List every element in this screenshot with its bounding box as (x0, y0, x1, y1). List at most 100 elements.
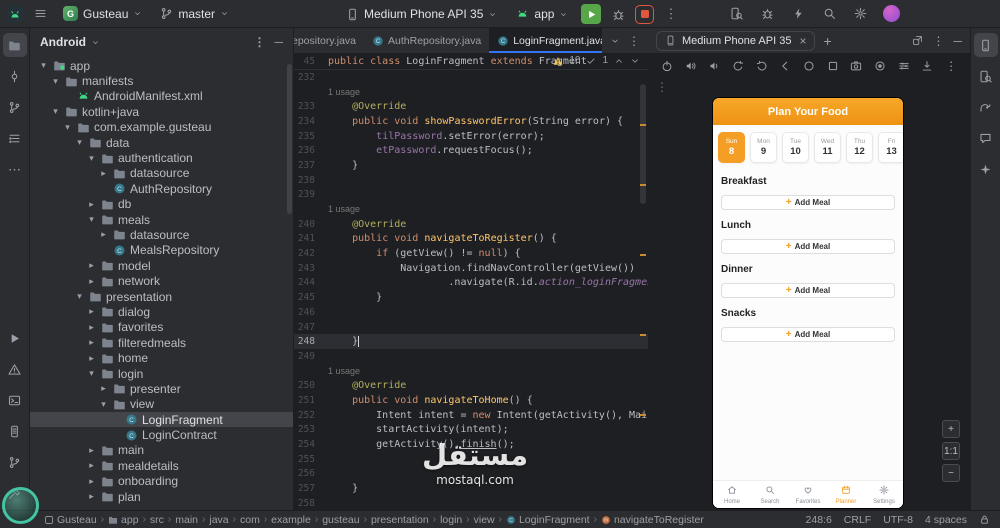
device-snapshot-button[interactable] (919, 57, 937, 75)
chevron-down-icon[interactable]: ▾ (86, 368, 97, 379)
usage-hint[interactable]: 1 usage (328, 204, 360, 214)
warning-stripe-mark[interactable] (640, 334, 646, 336)
emulator-screen[interactable]: Plan Your Food Sun 8 Mon 9 Tue 10 Wed 11 Thu 12 Fr… (713, 98, 903, 508)
add-meal-button[interactable]: + Add Meal (721, 327, 895, 342)
chevron-down-icon[interactable]: ▾ (74, 137, 85, 148)
run-button[interactable] (581, 4, 602, 24)
chevron-right-icon[interactable]: ▸ (98, 229, 109, 240)
tree-item[interactable]: ▸ network (30, 273, 293, 288)
tree-item[interactable]: ▸ filteredmeals (30, 335, 293, 350)
code-line[interactable]: 248 } (294, 334, 648, 350)
tool-running-devices-button[interactable] (973, 33, 998, 57)
add-meal-button[interactable]: + Add Meal (721, 283, 895, 298)
code-line[interactable]: 249 (294, 349, 648, 364)
chevron-right-icon[interactable]: ▸ (98, 383, 109, 394)
more-options-button[interactable]: ⋮ (253, 35, 265, 49)
add-meal-button[interactable]: + Add Meal (721, 195, 895, 210)
caret-position[interactable]: 248:6 (806, 514, 832, 526)
zoom-out-button[interactable]: − (942, 464, 960, 482)
breadcrumb-item[interactable]: Gusteau (44, 514, 97, 526)
tree-item[interactable]: ▸ mealdetails (30, 458, 293, 473)
code-line[interactable]: 234 public void showPasswordError(String… (294, 114, 648, 129)
code-line[interactable]: 239 (294, 188, 648, 203)
chevron-right-icon[interactable]: ▸ (86, 337, 97, 348)
day-card-wed[interactable]: Wed 11 (814, 132, 841, 163)
tree-item[interactable]: ▸ plan (30, 489, 293, 504)
tree-item[interactable]: ▸ datasource (30, 166, 293, 181)
device-volume-up-button[interactable] (682, 57, 700, 75)
device-screenshot-button[interactable] (848, 57, 866, 75)
tool-logcat-button[interactable] (3, 419, 27, 443)
more-actions-button[interactable]: ⋮ (661, 6, 680, 22)
zoom-reset-button[interactable]: 1:1 (942, 442, 960, 460)
editor-tab[interactable]: C AuthRepository.java (364, 28, 489, 53)
hide-panel-button[interactable]: ─ (953, 34, 962, 48)
chevron-down-icon[interactable]: ▾ (98, 399, 109, 410)
panel-options-button[interactable]: ⋮ (932, 34, 944, 48)
breadcrumb-item[interactable]: C LoginFragment (506, 514, 590, 526)
zoom-in-button[interactable]: + (942, 420, 960, 438)
nav-home[interactable]: Home (713, 481, 751, 508)
tree-item[interactable]: ▾ meals (30, 212, 293, 227)
code-line[interactable]: 258 (294, 496, 648, 510)
warning-stripe-mark[interactable] (640, 124, 646, 126)
device-rotate-left-button[interactable] (729, 57, 747, 75)
device-tab[interactable]: Medium Phone API 35 × (656, 30, 816, 51)
chevron-down-icon[interactable] (610, 36, 620, 46)
device-power-button[interactable] (658, 57, 676, 75)
nav-settings[interactable]: Settings (865, 481, 903, 508)
device-extended-controls-button[interactable] (895, 57, 913, 75)
code-line[interactable]: 232 (294, 70, 648, 85)
line-separator[interactable]: CRLF (844, 514, 871, 526)
nav-search[interactable]: Search (751, 481, 789, 508)
tree-item[interactable]: ▾ view (30, 397, 293, 412)
tree-item[interactable]: C MealsRepository (30, 243, 293, 258)
tree-item[interactable]: C LoginFragment (30, 411, 293, 428)
chevron-down-icon[interactable]: ▾ (74, 291, 85, 302)
usage-hint[interactable]: 1 usage (328, 366, 360, 376)
chevron-down-icon[interactable]: ▾ (50, 76, 61, 87)
project-view-mode[interactable]: Android (40, 35, 86, 49)
hamburger-menu-button[interactable] (29, 3, 51, 25)
chevron-right-icon[interactable]: ▸ (86, 445, 97, 456)
breadcrumb-item[interactable]: example (271, 514, 311, 526)
code-line[interactable]: 243 Navigation.findNavController(getView… (294, 261, 648, 276)
code-line[interactable]: 236 etPassword.requestFocus(); (294, 143, 648, 158)
tree-item[interactable]: ▾ login (30, 366, 293, 381)
tree-item[interactable]: ▾ presentation (30, 289, 293, 304)
tool-problems-button[interactable] (3, 357, 27, 381)
tree-item[interactable]: ▸ favorites (30, 320, 293, 335)
prev-problem-icon[interactable] (614, 56, 624, 66)
nav-favorites[interactable]: Favorites (789, 481, 827, 508)
branch-selector[interactable]: master (154, 5, 235, 23)
lock-icon[interactable] (979, 514, 990, 525)
tool-run-button[interactable] (3, 326, 27, 350)
warning-stripe-mark[interactable] (640, 414, 646, 416)
tool-more-tools-button[interactable]: ⋯ (3, 157, 27, 181)
code-line[interactable]: 244 .navigate(R.id.action_loginFragment_… (294, 276, 648, 291)
nav-planner[interactable]: Planner (827, 481, 865, 508)
code-line[interactable]: 246 (294, 305, 648, 320)
warning-stripe-mark[interactable] (640, 254, 646, 256)
inspections-widget[interactable]: 10 1 (553, 55, 640, 66)
indent-setting[interactable]: 4 spaces (925, 514, 967, 526)
code-line[interactable]: 251 public void navigateToHome() { (294, 393, 648, 408)
tree-item[interactable]: ▸ presenter (30, 381, 293, 396)
code-inlay-row[interactable]: 1 usage (294, 202, 648, 217)
tree-item[interactable]: ▸ main (30, 443, 293, 458)
code-line[interactable]: 247 (294, 320, 648, 335)
device-selector[interactable]: Medium Phone API 35 (340, 5, 503, 23)
code-line[interactable]: 255 (294, 452, 648, 467)
editor-scrollbar[interactable] (638, 54, 648, 510)
tool-assistant-button[interactable] (974, 157, 998, 181)
breadcrumb-item[interactable]: gusteau (322, 514, 359, 526)
code-line[interactable]: 253 startActivity(intent); (294, 423, 648, 438)
day-card-sun[interactable]: Sun 8 (718, 132, 745, 163)
search-button[interactable] (818, 3, 840, 25)
breadcrumb-item[interactable]: com (240, 514, 260, 526)
editor-tab[interactable]: CLoginFragment.java× (489, 28, 602, 53)
code-line[interactable]: 252 Intent intent = new Intent(getActivi… (294, 408, 648, 423)
tool-structure-button[interactable] (3, 126, 27, 150)
tool-gradle-button[interactable] (974, 95, 998, 119)
chevron-down-icon[interactable]: ▾ (62, 122, 73, 133)
